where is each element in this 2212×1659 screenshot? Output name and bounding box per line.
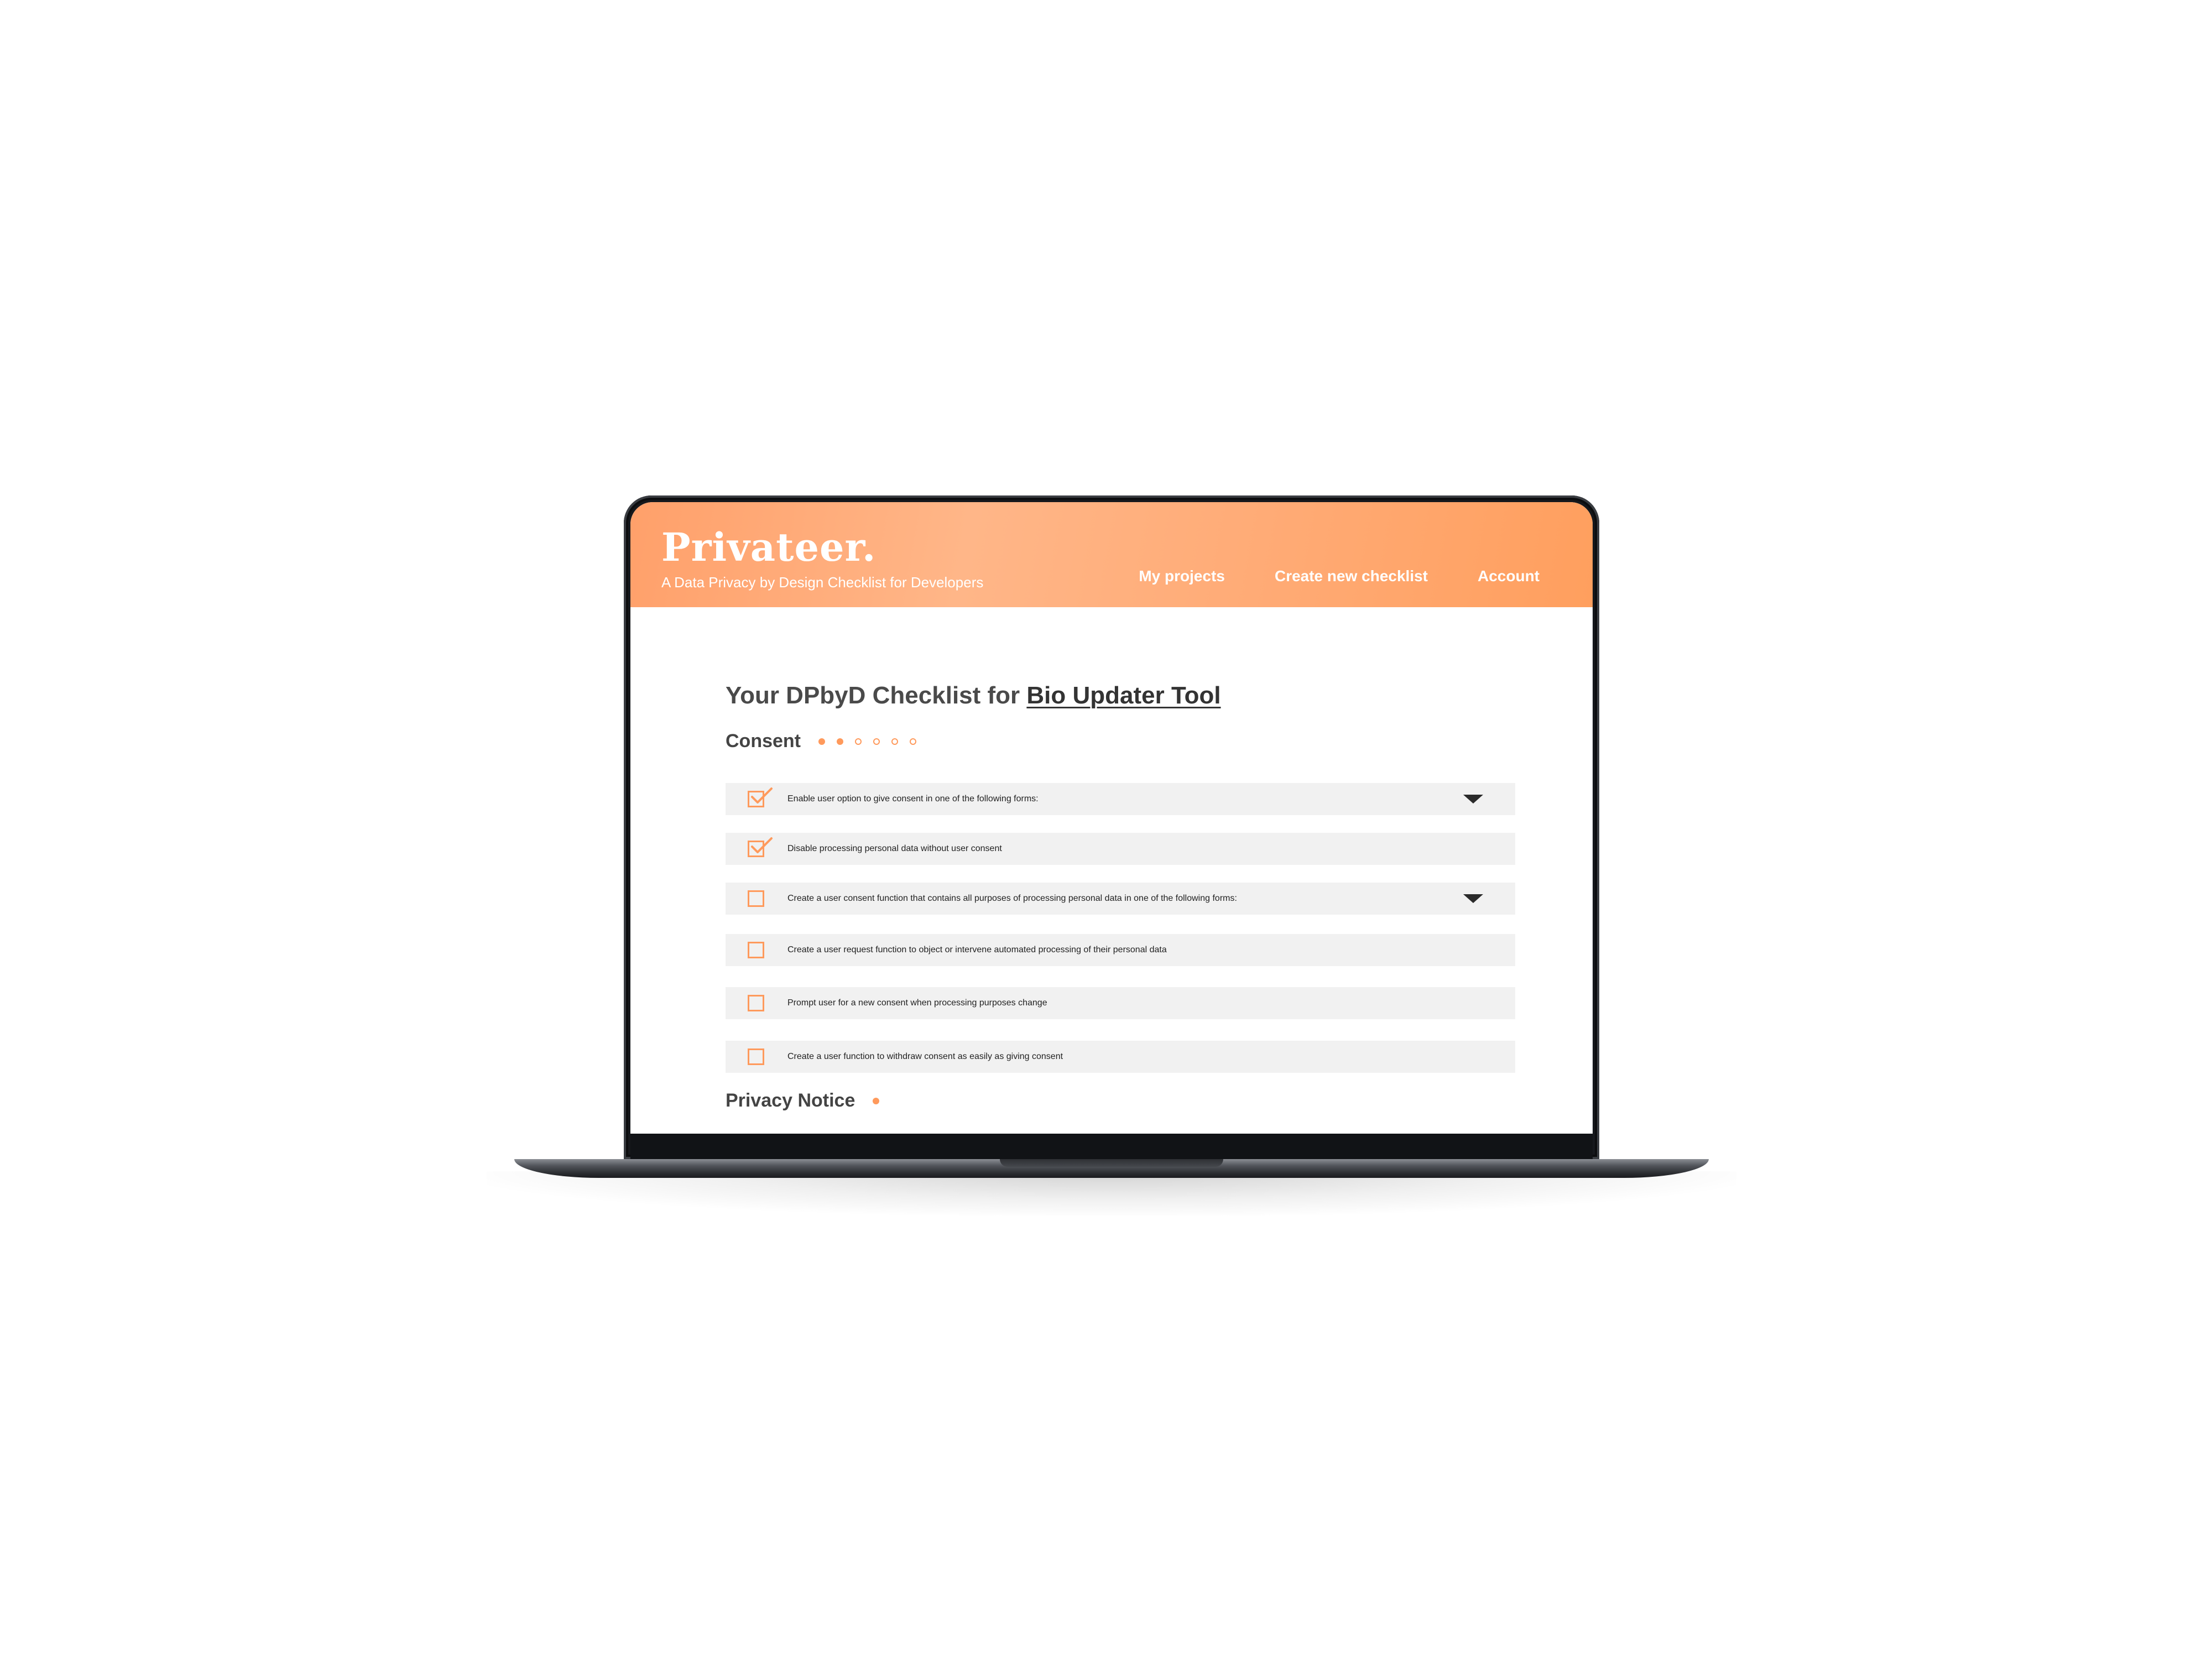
- laptop-bottom-bezel: [630, 1134, 1593, 1159]
- checklist-item-label: Create a user function to withdraw conse…: [787, 1052, 1063, 1061]
- progress-dot-filled: [837, 738, 843, 745]
- checkmark-icon: [751, 837, 773, 853]
- laptop-shadow: [487, 1171, 1736, 1215]
- section-progress-dots: [873, 1097, 880, 1104]
- checklist-item-label: Create a user consent function that cont…: [787, 894, 1237, 903]
- checkbox-unchecked[interactable]: [748, 890, 764, 907]
- checklist-item[interactable]: Prompt user for a new consent when proce…: [726, 987, 1515, 1019]
- nav-my-projects[interactable]: My projects: [1139, 567, 1225, 585]
- section-title: Consent: [726, 731, 801, 752]
- section-heading-consent: Consent: [726, 731, 916, 752]
- brand-logo[interactable]: Privateer.: [661, 524, 876, 570]
- checklist-item-label: Prompt user for a new consent when proce…: [787, 998, 1047, 1008]
- checklist-item[interactable]: Create a user function to withdraw conse…: [726, 1041, 1515, 1073]
- brand-tagline: A Data Privacy by Design Checklist for D…: [661, 574, 984, 591]
- checkbox-checked[interactable]: [748, 787, 773, 807]
- progress-dot-empty: [873, 738, 880, 745]
- page-title-prefix: Your DPbyD Checklist for: [726, 682, 1027, 709]
- progress-dot-empty: [891, 738, 898, 745]
- nav-create-new-checklist[interactable]: Create new checklist: [1275, 567, 1428, 585]
- checkbox-unchecked[interactable]: [748, 1048, 764, 1065]
- checklist-item-label: Enable user option to give consent in on…: [787, 794, 1039, 804]
- checklist-item-label: Disable processing personal data without…: [787, 844, 1002, 853]
- laptop-hinge-notch: [1000, 1159, 1223, 1167]
- checklist-item[interactable]: Enable user option to give consent in on…: [726, 783, 1515, 815]
- page-title: Your DPbyD Checklist for Bio Updater Too…: [726, 682, 1221, 709]
- section-title: Privacy Notice: [726, 1090, 855, 1111]
- project-name-link[interactable]: Bio Updater Tool: [1026, 682, 1220, 709]
- checkbox-checked[interactable]: [748, 837, 773, 857]
- checkbox-unchecked[interactable]: [748, 942, 764, 958]
- checkmark-icon: [751, 787, 773, 804]
- main-nav: My projects Create new checklist Account: [1139, 567, 1540, 585]
- progress-dot-empty: [855, 738, 862, 745]
- checklist-item[interactable]: Create a user consent function that cont…: [726, 883, 1515, 915]
- mockup-stage: Privateer. A Data Privacy by Design Chec…: [0, 0, 2212, 1659]
- checklist-item[interactable]: Create a user request function to object…: [726, 934, 1515, 966]
- laptop-screen: Privateer. A Data Privacy by Design Chec…: [630, 502, 1593, 1134]
- checklist-item-label: Create a user request function to object…: [787, 945, 1167, 954]
- caret-down-icon[interactable]: [1463, 894, 1483, 903]
- checklist-item[interactable]: Disable processing personal data without…: [726, 833, 1515, 865]
- caret-down-icon[interactable]: [1463, 795, 1483, 804]
- section-progress-dots: [818, 738, 916, 745]
- progress-dot-filled: [818, 738, 825, 745]
- checkbox-unchecked[interactable]: [748, 995, 764, 1011]
- progress-dot-empty: [910, 738, 916, 745]
- section-heading-privacy-notice: Privacy Notice: [726, 1090, 880, 1112]
- nav-account[interactable]: Account: [1478, 567, 1540, 585]
- app-header: Privateer. A Data Privacy by Design Chec…: [630, 502, 1593, 607]
- progress-dot-filled: [873, 1097, 880, 1104]
